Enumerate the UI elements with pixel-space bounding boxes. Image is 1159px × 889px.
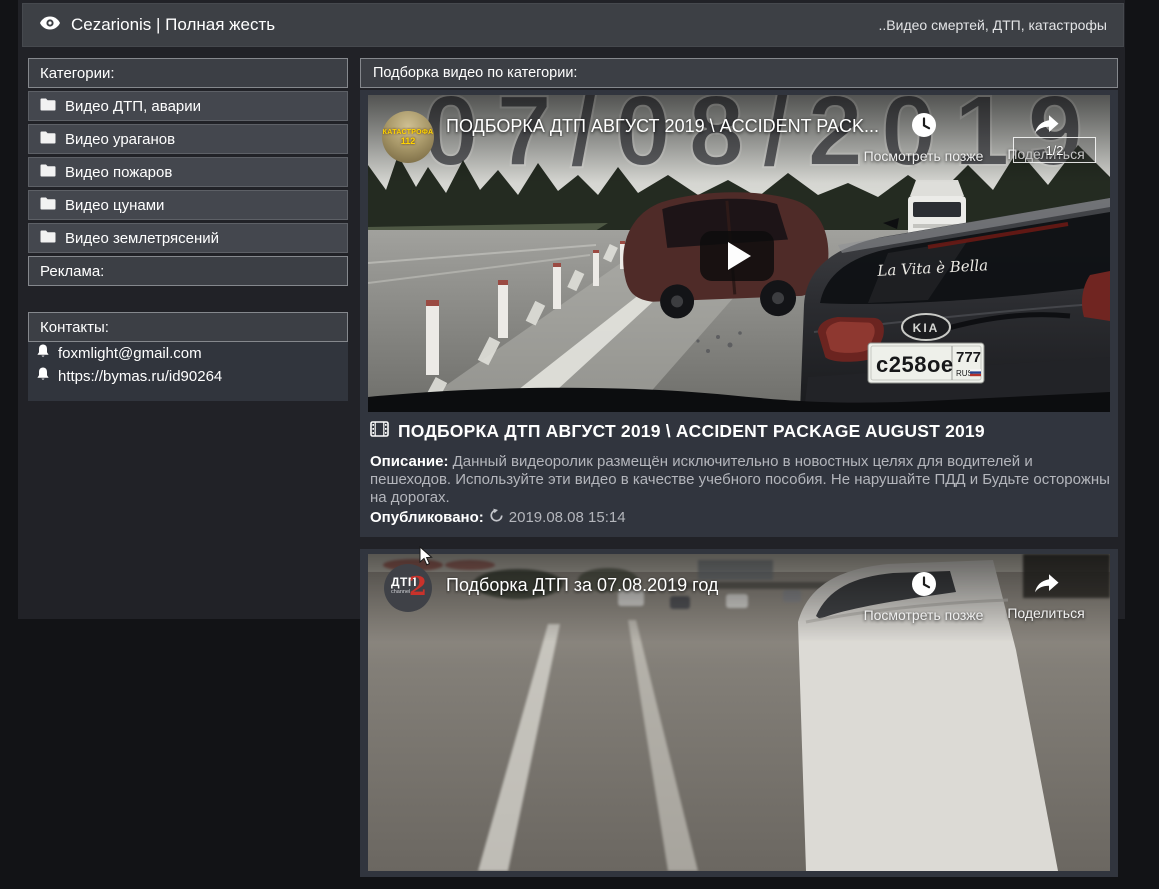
section-header-label: Подборка видео по категории: [373, 65, 577, 81]
clock-icon [911, 125, 937, 142]
share-icon [1032, 582, 1060, 599]
video-player-2[interactable]: ДТП channel 2 Подборка ДТП за 07.08.2019… [368, 554, 1110, 871]
main-column: Подборка видео по категории: 07/08/2019 [360, 58, 1118, 889]
video-description: Описание: Данный видеоролик размещён иск… [370, 453, 1114, 507]
history-icon [489, 508, 504, 527]
eye-icon [39, 15, 61, 36]
watch-later-label: Посмотреть позже [846, 148, 1001, 164]
published-label: Опубликовано: [370, 509, 484, 526]
sidebar: Категории: Видео ДТП, аварии Видео урага… [28, 58, 348, 289]
site-brand[interactable]: Cezarionis | Полная жесть [39, 15, 275, 36]
clock-icon [911, 584, 937, 601]
top-bar: Cezarionis | Полная жесть ..Видео смерте… [22, 3, 1124, 47]
ads-header: Реклама: [28, 256, 348, 286]
folder-icon [40, 164, 56, 181]
video-player-1[interactable]: 07/08/2019 [368, 95, 1110, 412]
description-text: Данный видеоролик размещён исключительно… [370, 453, 1110, 506]
share-button[interactable]: Поделиться [1000, 571, 1092, 621]
car-brand-text: KIA [913, 321, 940, 335]
video-card-1: 07/08/2019 [360, 90, 1118, 537]
categories-header-label: Категории: [40, 65, 115, 82]
plate-number: с258ое [876, 352, 954, 377]
channel-avatar[interactable]: КАТАСТРОФА 112 [382, 111, 434, 163]
watch-later-button[interactable]: Посмотреть позже [846, 112, 1001, 164]
contact-email[interactable]: foxmlight@gmail.com [28, 342, 348, 365]
folder-icon [40, 230, 56, 247]
sidebar-item-label: Видео пожаров [65, 164, 172, 181]
sidebar-item-tsunami[interactable]: Видео цунами [28, 190, 348, 220]
channel-avatar[interactable]: ДТП channel 2 [384, 564, 432, 612]
sidebar-item-fires[interactable]: Видео пожаров [28, 157, 348, 187]
sidebar-item-label: Видео ураганов [65, 131, 175, 148]
published-value: 2019.08.08 15:14 [509, 509, 626, 526]
plate-region: 777 [956, 349, 981, 366]
site-title: Cezarionis | Полная жесть [71, 15, 275, 35]
sidebar-item-label: Видео ДТП, аварии [65, 98, 201, 115]
ads-header-label: Реклама: [40, 263, 104, 280]
watch-later-button[interactable]: Посмотреть позже [846, 571, 1001, 623]
site-tagline: ..Видео смертей, ДТП, катастрофы [879, 17, 1108, 33]
bell-icon [36, 367, 50, 386]
video-title-text: ПОДБОРКА ДТП АВГУСТ 2019 \ ACCIDENT PACK… [398, 421, 985, 442]
sidebar-item-label: Видео цунами [65, 197, 164, 214]
sidebar-item-label: Видео землетрясений [65, 230, 219, 247]
player-video-title[interactable]: ПОДБОРКА ДТП АВГУСТ 2019 \ ACCIDENT PACK… [446, 116, 879, 137]
channel-avatar-number: 2 [409, 572, 427, 602]
license-plate: с258ое 777 RUS [868, 343, 984, 383]
bell-icon [36, 344, 50, 363]
contact-url[interactable]: https://bymas.ru/id90264 [28, 365, 348, 388]
contacts-panel: Контакты: foxmlight@gmail.com https://by… [28, 312, 348, 401]
folder-icon [40, 98, 56, 115]
description-label: Описание: [370, 453, 448, 470]
channel-avatar-text: 112 [401, 136, 416, 146]
watch-later-label: Посмотреть позже [846, 607, 1001, 623]
video-card-2: ДТП channel 2 Подборка ДТП за 07.08.2019… [360, 549, 1118, 877]
sidebar-item-hurricanes[interactable]: Видео ураганов [28, 124, 348, 154]
channel-avatar-text: КАТАСТРОФА [383, 129, 434, 136]
video-published-row: Опубликовано: 2019.08.08 15:14 [370, 508, 1110, 527]
folder-icon [40, 197, 56, 214]
sidebar-item-dtp[interactable]: Видео ДТП, аварии [28, 91, 348, 121]
categories-header: Категории: [28, 58, 348, 88]
contact-label: https://bymas.ru/id90264 [58, 368, 222, 385]
sidebar-item-earthquakes[interactable]: Видео землетрясений [28, 223, 348, 253]
contacts-header-label: Контакты: [40, 319, 109, 336]
play-button[interactable] [700, 231, 774, 281]
video-title-row: ПОДБОРКА ДТП АВГУСТ 2019 \ ACCIDENT PACK… [370, 421, 1110, 442]
player-video-title[interactable]: Подборка ДТП за 07.08.2019 год [446, 575, 718, 596]
section-header: Подборка видео по категории: [360, 58, 1118, 88]
playlist-index-badge: 1/2 [1013, 137, 1096, 163]
folder-icon [40, 131, 56, 148]
contacts-header: Контакты: [28, 312, 348, 342]
film-icon [370, 421, 389, 442]
contact-label: foxmlight@gmail.com [58, 345, 202, 362]
